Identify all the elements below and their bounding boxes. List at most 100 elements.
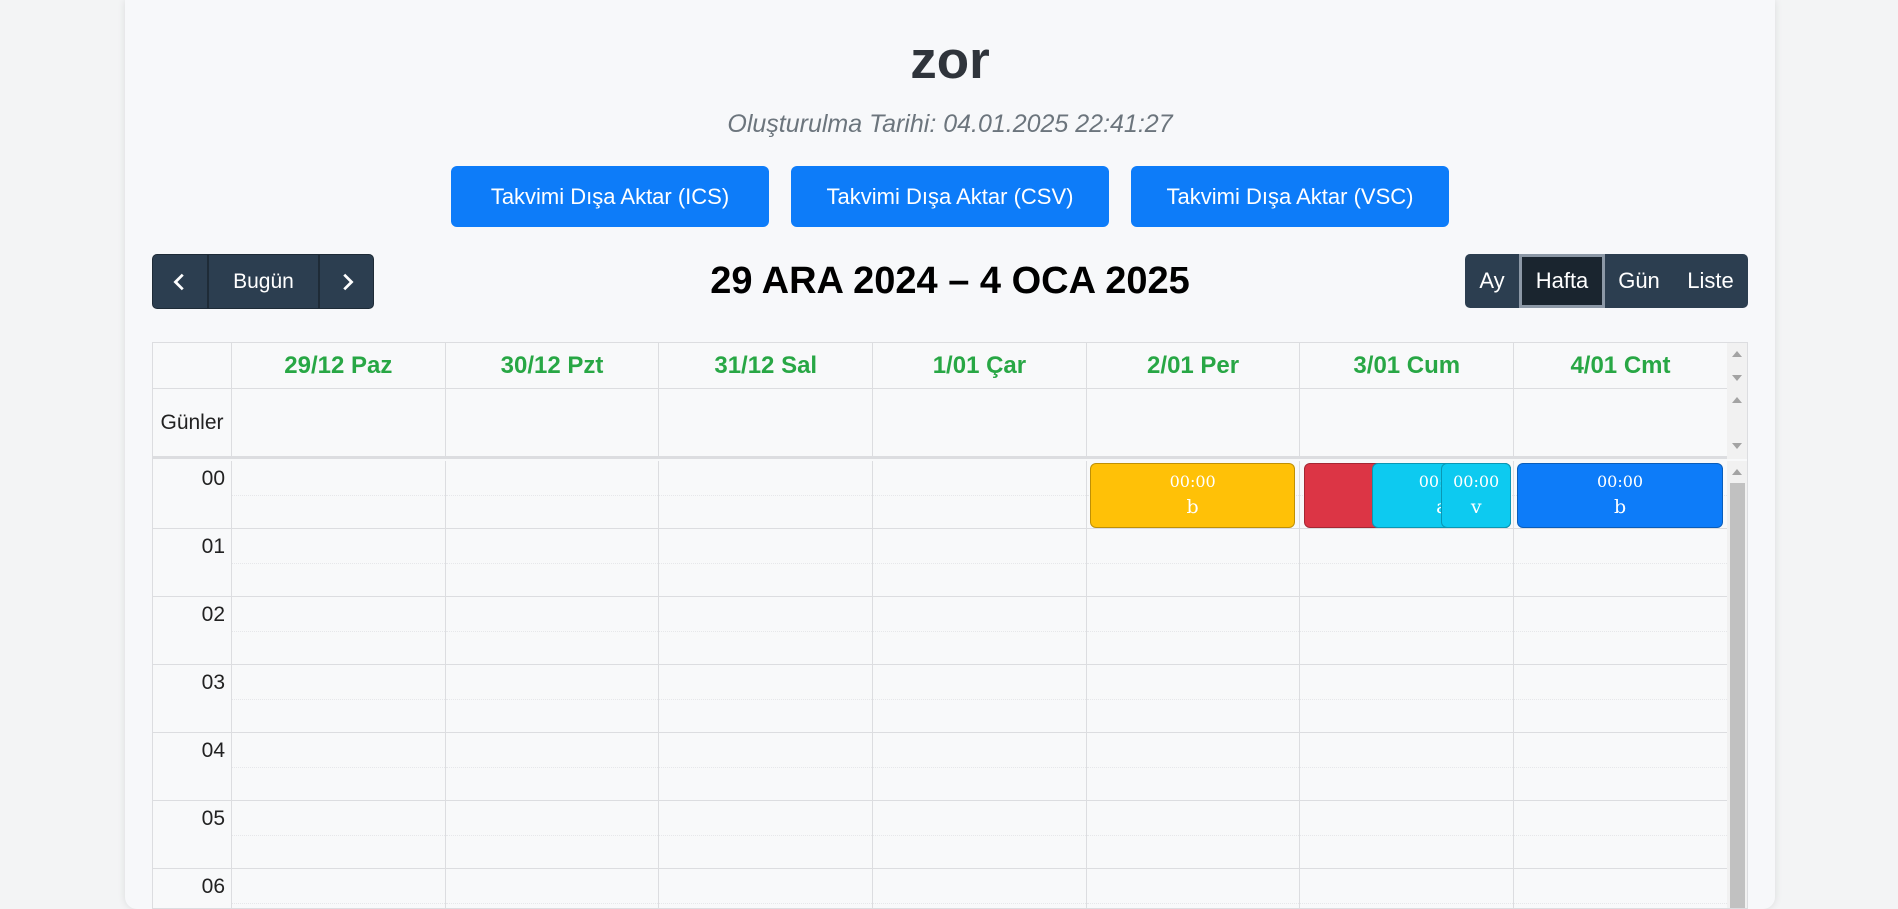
time-slot[interactable] [232,733,446,800]
time-slot[interactable] [232,869,446,908]
time-slot[interactable] [232,665,446,732]
allday-cell[interactable] [1514,389,1728,456]
event-title: b [1613,496,1627,518]
time-slot[interactable] [445,665,660,732]
time-slot[interactable] [1514,529,1728,596]
time-slot[interactable] [232,529,446,596]
time-slot[interactable] [1086,597,1301,664]
time-slot[interactable] [1514,733,1728,800]
time-slot[interactable] [1300,801,1515,868]
time-slot[interactable] [1514,801,1728,868]
time-slot[interactable] [659,597,874,664]
time-slot[interactable] [873,801,1087,868]
hour-label: 00 [153,461,232,528]
scroll-down-arrow[interactable] [1732,375,1742,381]
hour-label: 02 [153,597,232,664]
calendar-event[interactable]: 00:00 b [1517,463,1723,528]
time-slot[interactable] [659,461,874,528]
time-slot[interactable] [1300,733,1515,800]
time-slot[interactable] [873,733,1087,800]
hour-label: 01 [153,529,232,596]
time-slot[interactable] [873,529,1087,596]
scroll-down-arrow[interactable] [1732,443,1742,449]
time-slot[interactable] [445,733,660,800]
time-slot[interactable] [232,801,446,868]
time-slot[interactable] [232,461,446,528]
time-slot[interactable] [1300,665,1515,732]
time-slot[interactable] [873,461,1087,528]
export-ics-button[interactable]: Takvimi Dışa Aktar (ICS) [451,166,769,227]
scroll-up-arrow[interactable] [1732,469,1742,475]
time-slot[interactable] [873,665,1087,732]
time-slot[interactable] [659,801,874,868]
event-time: 00:00 [1169,472,1216,491]
day-header[interactable]: 3/01 Cum [1300,343,1515,388]
hour-label: 03 [153,665,232,732]
hour-row: 03 [153,665,1728,733]
axis-header [153,343,232,388]
event-title: b [1186,496,1199,518]
day-header[interactable]: 4/01 Cmt [1514,343,1728,388]
calendar-toolbar: 29 ARA 2024 – 4 OCA 2025 Bugün Ay Hafta … [152,254,1748,310]
time-slot[interactable] [659,529,874,596]
time-grid: 0001020304050600:00b00:00a00:00a00:00v00… [153,461,1728,908]
hour-row: 04 [153,733,1728,801]
chevron-right-icon [342,273,354,290]
navigation-group: Bugün [152,254,374,309]
time-slot[interactable] [232,597,446,664]
time-slot[interactable] [445,801,660,868]
allday-cell[interactable] [232,389,446,456]
time-slot[interactable] [1514,665,1728,732]
time-grid-scrollbar[interactable] [1727,461,1747,908]
chevron-left-icon [173,273,184,290]
time-slot[interactable] [659,869,874,908]
time-slot[interactable] [873,597,1087,664]
day-header-row: 29/12 Paz 30/12 Pzt 31/12 Sal 1/01 Çar 2… [153,343,1728,389]
allday-cell[interactable] [446,389,660,456]
page-title: zor [910,31,990,90]
day-header[interactable]: 29/12 Paz [232,343,446,388]
prev-button[interactable] [152,254,208,309]
hour-row: 01 [153,529,1728,597]
day-header[interactable]: 1/01 Çar [873,343,1087,388]
time-slot[interactable] [1300,597,1515,664]
allday-cell[interactable] [1300,389,1515,456]
time-slot[interactable] [1086,733,1301,800]
calendar-event[interactable]: 00:00 v [1441,463,1512,528]
page-subtitle: Oluşturulma Tarihi: 04.01.2025 22:41:27 [727,110,1173,138]
day-header[interactable]: 2/01 Per [1087,343,1301,388]
time-slot[interactable] [445,529,660,596]
view-week-button[interactable]: Hafta [1519,254,1605,308]
export-csv-button[interactable]: Takvimi Dışa Aktar (CSV) [791,166,1109,227]
time-slot[interactable] [1086,529,1301,596]
time-slot[interactable] [659,665,874,732]
time-slot[interactable] [873,869,1087,908]
view-month-button[interactable]: Ay [1465,254,1519,308]
day-header[interactable]: 31/12 Sal [659,343,874,388]
view-day-button[interactable]: Gün [1605,254,1673,308]
allday-cell[interactable] [659,389,874,456]
scroll-up-arrow[interactable] [1732,351,1742,357]
time-slot[interactable] [445,597,660,664]
view-list-button[interactable]: Liste [1673,254,1748,308]
time-slot[interactable] [1300,869,1515,908]
header-scrollbar[interactable] [1727,343,1747,459]
time-slot[interactable] [445,869,660,908]
time-slot[interactable] [1300,529,1515,596]
time-slot[interactable] [1514,869,1728,908]
allday-cell[interactable] [873,389,1087,456]
time-slot[interactable] [1086,801,1301,868]
time-slot[interactable] [1514,597,1728,664]
today-button[interactable]: Bugün [208,254,319,309]
calendar-event[interactable]: 00:00 b [1089,463,1296,528]
time-slot[interactable] [659,733,874,800]
time-slot[interactable] [445,461,660,528]
scrollbar-thumb[interactable] [1730,483,1745,908]
export-vsc-button[interactable]: Takvimi Dışa Aktar (VSC) [1131,166,1449,227]
scroll-up-arrow[interactable] [1732,397,1742,403]
day-header[interactable]: 30/12 Pzt [446,343,660,388]
allday-cell[interactable] [1087,389,1301,456]
time-slot[interactable] [1086,869,1301,908]
time-slot[interactable] [1086,665,1301,732]
next-button[interactable] [319,254,374,309]
